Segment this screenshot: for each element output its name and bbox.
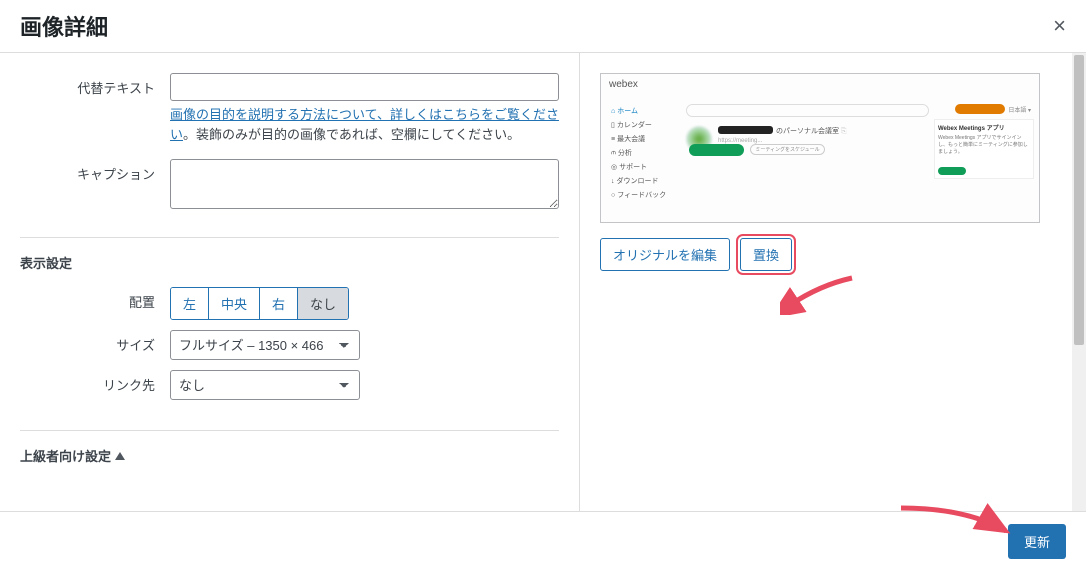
modal-title: 画像詳細	[20, 10, 108, 42]
preview-nav-item: ⫙分析	[609, 146, 679, 160]
preview-sidebar: ⌂ホーム ▯カレンダー ≡最大会議 ⫙分析 ◎サポート ↓ダウンロード ○フィー…	[609, 104, 679, 202]
preview-nav-item: ↓ダウンロード	[609, 174, 679, 188]
preview-redacted-name	[718, 126, 773, 134]
replace-button[interactable]: 置換	[740, 238, 792, 271]
preview-main: のパーソナル会議室 ⎘ https://meeting...	[686, 104, 929, 125]
caption-row: キャプション	[20, 159, 559, 212]
alignment-button-group: 左 中央 右 なし	[170, 287, 349, 320]
preview-room-title: のパーソナル会議室 ⎘	[776, 126, 847, 136]
edit-original-button[interactable]: オリジナルを編集	[600, 238, 730, 271]
preview-action-pills: ミーティングをスケジュール	[689, 144, 825, 156]
preview-nav-item: ◎サポート	[609, 160, 679, 174]
preview-nav-item: ≡最大会議	[609, 132, 679, 146]
scrollbar-track[interactable]	[1072, 53, 1086, 513]
size-label: サイズ	[20, 330, 170, 360]
preview-right-card: Webex Meetings アプリ Webex Meetings アプリでサイ…	[934, 119, 1034, 179]
align-none-button[interactable]: なし	[298, 288, 348, 319]
arrow-annotation-2	[896, 503, 1016, 543]
image-action-buttons: オリジナルを編集 置換	[600, 238, 1066, 271]
image-preview: webex ⌂ホーム ▯カレンダー ≡最大会議 ⫙分析 ◎サポート ↓ダウンロー…	[600, 73, 1040, 223]
right-preview-panel: webex ⌂ホーム ▯カレンダー ≡最大会議 ⫙分析 ◎サポート ↓ダウンロー…	[580, 53, 1086, 513]
preview-brand: webex	[609, 79, 638, 90]
alignment-label: 配置	[20, 287, 170, 320]
alt-text-row: 代替テキスト 画像の目的を説明する方法について、詳しくはこちらをご覧ください。装…	[20, 73, 559, 144]
modal-header: 画像詳細 ×	[0, 0, 1086, 53]
preview-nav-item: ⌂ホーム	[609, 104, 679, 118]
arrow-annotation-1	[780, 275, 860, 315]
preview-nav-item: ▯カレンダー	[609, 118, 679, 132]
advanced-settings-label: 上級者向け設定	[20, 446, 111, 465]
alignment-row: 配置 左 中央 右 なし	[20, 287, 559, 320]
link-to-select[interactable]: なし	[170, 370, 360, 400]
align-left-button[interactable]: 左	[171, 288, 209, 319]
left-settings-panel: 代替テキスト 画像の目的を説明する方法について、詳しくはこちらをご覧ください。装…	[0, 53, 580, 513]
preview-nav-item: ○フィードバック	[609, 188, 679, 202]
advanced-settings-toggle[interactable]: 上級者向け設定	[20, 430, 559, 465]
size-row: サイズ フルサイズ – 1350 × 466	[20, 330, 559, 360]
caption-input[interactable]	[170, 159, 559, 209]
link-to-label: リンク先	[20, 370, 170, 400]
preview-search	[686, 104, 929, 117]
scrollbar-thumb[interactable]	[1074, 55, 1084, 345]
close-button[interactable]: ×	[1053, 13, 1066, 39]
align-center-button[interactable]: 中央	[209, 288, 260, 319]
preview-schedule-button: ミーティングをスケジュール	[750, 144, 825, 155]
size-select[interactable]: フルサイズ – 1350 × 466	[170, 330, 360, 360]
alt-text-help-suffix: 。装飾のみが目的の画像であれば、空欄にしてください。	[183, 127, 520, 142]
modal-footer: 更新	[0, 511, 1086, 571]
display-settings-heading: 表示設定	[20, 237, 559, 272]
preview-start-button	[689, 144, 744, 156]
alt-text-label: 代替テキスト	[20, 73, 170, 144]
alt-text-input[interactable]	[170, 73, 559, 101]
modal-body: 代替テキスト 画像の目的を説明する方法について、詳しくはこちらをご覧ください。装…	[0, 53, 1086, 513]
align-right-button[interactable]: 右	[260, 288, 298, 319]
caption-label: キャプション	[20, 159, 170, 212]
alt-text-help: 画像の目的を説明する方法について、詳しくはこちらをご覧ください。装飾のみが目的の…	[170, 105, 559, 144]
preview-orange-button	[955, 104, 1005, 114]
link-to-row: リンク先 なし	[20, 370, 559, 400]
preview-top-right: 日本語 ▾	[955, 104, 1031, 114]
update-button[interactable]: 更新	[1008, 524, 1066, 559]
chevron-up-icon	[115, 452, 125, 460]
